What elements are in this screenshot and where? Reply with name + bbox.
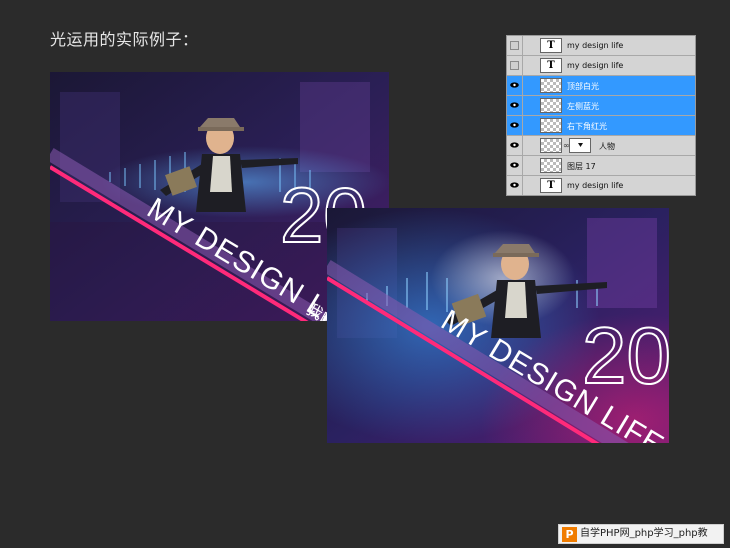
layer-row-top-white-light[interactable]: 顶部白光 bbox=[507, 76, 695, 96]
text-layer-icon: T bbox=[540, 58, 562, 73]
layer-row-bottom-right-red-light[interactable]: 右下角红光 bbox=[507, 116, 695, 136]
visibility-toggle[interactable] bbox=[507, 176, 523, 195]
visibility-toggle[interactable] bbox=[507, 76, 523, 95]
layer-thumbnail bbox=[540, 78, 562, 93]
visibility-toggle[interactable] bbox=[507, 96, 523, 115]
layer-name: my design life bbox=[567, 181, 624, 190]
watermark-text: 自学PHP网_php学习_php教 bbox=[580, 528, 708, 539]
eye-icon bbox=[510, 122, 519, 128]
text-layer-icon: T bbox=[540, 38, 562, 53]
php-logo-icon: P bbox=[562, 527, 577, 542]
layer-name: 右下角红光 bbox=[567, 122, 607, 131]
layer-thumbnail bbox=[540, 138, 562, 153]
visibility-toggle[interactable] bbox=[507, 36, 523, 55]
eye-icon bbox=[510, 142, 519, 148]
number-fragment-after: 20 bbox=[582, 311, 669, 400]
layer-row-person[interactable]: ∞ 人物 bbox=[507, 136, 695, 156]
hidden-eye-icon bbox=[510, 61, 519, 70]
layer-row-layer-17[interactable]: 图层 17 bbox=[507, 156, 695, 176]
layer-name: 图层 17 bbox=[567, 162, 596, 171]
layer-name: 顶部白光 bbox=[567, 82, 599, 91]
visibility-toggle[interactable] bbox=[507, 136, 523, 155]
eye-icon bbox=[510, 162, 519, 168]
layer-name: my design life bbox=[567, 61, 624, 70]
mask-shape-icon bbox=[578, 143, 583, 147]
hidden-eye-icon bbox=[510, 41, 519, 50]
eye-icon bbox=[510, 102, 519, 108]
eye-icon bbox=[510, 82, 519, 88]
layer-row-text-2[interactable]: T my design life bbox=[507, 56, 695, 76]
artwork-after: MY DESIGN LIFE 20 bbox=[327, 208, 669, 443]
visibility-toggle[interactable] bbox=[507, 156, 523, 175]
layer-name: my design life bbox=[567, 41, 624, 50]
visibility-toggle[interactable] bbox=[507, 116, 523, 135]
layer-thumbnail bbox=[540, 98, 562, 113]
visibility-toggle[interactable] bbox=[507, 56, 523, 75]
layer-row-text-3[interactable]: T my design life bbox=[507, 176, 695, 196]
layer-name: 左侧蓝光 bbox=[567, 102, 599, 111]
layer-row-text-1[interactable]: T my design life bbox=[507, 36, 695, 56]
layer-thumbnail bbox=[540, 158, 562, 173]
layers-panel: T my design life T my design life 顶部白光 左… bbox=[506, 35, 696, 196]
layer-name: 人物 bbox=[599, 142, 615, 151]
layer-mask-thumbnail[interactable] bbox=[569, 138, 591, 153]
site-watermark[interactable]: P 自学PHP网_php学习_php教 bbox=[558, 524, 724, 544]
layer-row-left-blue-light[interactable]: 左侧蓝光 bbox=[507, 96, 695, 116]
eye-icon bbox=[510, 182, 519, 188]
layer-thumbnail bbox=[540, 118, 562, 133]
text-layer-icon: T bbox=[540, 178, 562, 193]
page-title: 光运用的实际例子： bbox=[50, 30, 199, 49]
